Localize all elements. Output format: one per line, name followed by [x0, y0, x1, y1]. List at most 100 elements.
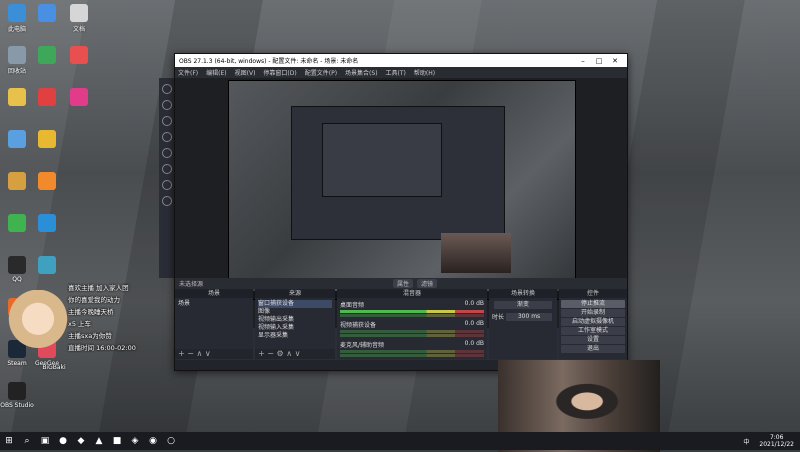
menu-item[interactable]: 配置文件(P): [305, 68, 337, 77]
mixer-channel: 麦克风/辅助音频 0.0 dB: [340, 340, 484, 357]
desktop-icon[interactable]: [30, 130, 64, 150]
webcam-preview: [441, 233, 511, 273]
mixer-channel-db: 0.0 dB: [464, 320, 484, 327]
close-icon[interactable]: ✕: [607, 57, 623, 65]
control-button[interactable]: 停止推流: [561, 300, 625, 308]
desktop-icon-label: 此电脑: [7, 26, 26, 33]
source-item[interactable]: 图像: [258, 308, 332, 316]
no-source-label: 未选择源: [179, 281, 204, 288]
mixer-channel: 桌面音频 0.0 dB: [340, 300, 484, 317]
obs-window: OBS 27.1.3 (64-bit, windows) - 配置文件: 未命名…: [174, 53, 628, 371]
control-button[interactable]: 开始录制: [561, 309, 625, 317]
desktop-icon[interactable]: [62, 46, 96, 66]
menu-item[interactable]: 工具(T): [386, 68, 406, 77]
taskbar-app-icon[interactable]: ●: [56, 434, 70, 448]
scenes-dock-footer: + − ∧ ∨: [175, 349, 253, 359]
menu-item[interactable]: 视图(V): [235, 68, 256, 77]
desktop-icon[interactable]: 文档: [62, 4, 96, 33]
taskbar-app-icon[interactable]: ■: [110, 434, 124, 448]
record-icon[interactable]: [162, 100, 172, 110]
app-icon: [38, 214, 56, 232]
desktop-icon[interactable]: [30, 172, 64, 192]
menu-item[interactable]: 帮助(H): [414, 68, 435, 77]
control-button[interactable]: 设置: [561, 336, 625, 344]
clock[interactable]: 7:06 2021/12/22: [759, 434, 794, 448]
mixer-channel: 视频捕获设备 0.0 dB: [340, 320, 484, 337]
duration-input[interactable]: 300 ms: [506, 313, 552, 321]
menu-item[interactable]: 文件(F): [178, 68, 198, 77]
control-button[interactable]: 退出: [561, 345, 625, 353]
record-icon[interactable]: [162, 148, 172, 158]
transitions-dock: 场景转换 渐变 时长 300 ms: [489, 289, 557, 359]
desktop-icon-label: QQ: [12, 276, 22, 283]
app-icon: [8, 256, 26, 274]
desktop-icon[interactable]: [0, 214, 34, 234]
docks-area: 场景 场景 + − ∧ ∨ 来源 窗口捕获设备 图像 视频输出采集 视频输入采集 显示器…: [175, 289, 627, 359]
desktop-icon[interactable]: [0, 130, 34, 150]
taskbar-app-icon[interactable]: ◉: [146, 434, 160, 448]
desktop-icon-label: OBS Studio: [0, 402, 34, 409]
taskbar-app-icon[interactable]: ⊞: [2, 434, 16, 448]
app-icon: [38, 4, 56, 22]
desktop-icon[interactable]: [30, 214, 64, 234]
record-icon[interactable]: [162, 132, 172, 142]
taskbar-app-icon[interactable]: ○: [164, 434, 178, 448]
transition-select[interactable]: 渐变: [494, 301, 552, 309]
overlay-line: 主播今晚睡天桥: [68, 308, 114, 316]
app-icon: [8, 88, 26, 106]
source-item[interactable]: 视频输入采集: [258, 324, 332, 332]
taskbar-app-icon[interactable]: ⌕: [20, 434, 34, 448]
record-icon[interactable]: [162, 164, 172, 174]
app-icon: [70, 46, 88, 64]
record-icon[interactable]: [162, 116, 172, 126]
filters-button[interactable]: 滤镜: [417, 279, 438, 288]
control-button[interactable]: 工作室模式: [561, 327, 625, 335]
duration-label: 时长: [492, 314, 505, 321]
avatar-label: BiGBaki: [42, 364, 66, 371]
menu-item[interactable]: 停靠窗口(D): [263, 68, 296, 77]
control-button[interactable]: 启动虚拟摄像机: [561, 318, 625, 326]
desktop-icon[interactable]: [0, 88, 34, 108]
desktop-icon[interactable]: [0, 172, 34, 192]
record-icon[interactable]: [162, 180, 172, 190]
desktop-icon[interactable]: [30, 4, 64, 24]
overlay-line: x5 上车: [68, 320, 92, 328]
app-icon: [8, 4, 26, 22]
menu-item[interactable]: 场景集合(S): [345, 68, 378, 77]
desktop-icon[interactable]: QQ: [0, 256, 34, 283]
desktop-icon[interactable]: OBS Studio: [0, 382, 34, 409]
overlay-line: 主播sxa为你赞: [68, 332, 112, 340]
desktop-icon[interactable]: 此电脑: [0, 4, 34, 33]
record-icon[interactable]: [162, 196, 172, 206]
taskbar-app-icon[interactable]: ◈: [128, 434, 142, 448]
volume-slider[interactable]: [340, 334, 484, 337]
minimize-icon[interactable]: –: [575, 57, 591, 65]
source-item[interactable]: 显示器采集: [258, 332, 332, 340]
obs-sidebar: [159, 78, 175, 278]
record-icon[interactable]: [162, 84, 172, 94]
properties-button[interactable]: 属性: [393, 279, 414, 288]
nested-obs-preview: [291, 106, 505, 240]
app-icon: [70, 88, 88, 106]
clock-date: 2021/12/22: [759, 441, 794, 448]
taskbar-app-icon[interactable]: ▣: [38, 434, 52, 448]
desktop-icon[interactable]: [62, 88, 96, 108]
desktop-icon[interactable]: [30, 46, 64, 66]
mixer-channel-name: 桌面音频: [340, 302, 365, 309]
desktop-icon[interactable]: [30, 88, 64, 108]
volume-slider[interactable]: [340, 354, 484, 357]
language-indicator[interactable]: 中: [743, 437, 749, 446]
maximize-icon[interactable]: □: [591, 57, 607, 65]
source-item[interactable]: 视频输出采集: [258, 316, 332, 324]
menu-bar: 文件(F) 编辑(E) 视图(V) 停靠窗口(D) 配置文件(P) 场景集合(S) 工具(T…: [175, 67, 627, 78]
source-item[interactable]: 窗口捕获设备: [258, 300, 332, 308]
scene-item[interactable]: 场景: [178, 300, 250, 308]
menu-item[interactable]: 编辑(E): [206, 68, 226, 77]
desktop-icon[interactable]: [30, 256, 64, 276]
desktop-icon[interactable]: 回收站: [0, 46, 34, 75]
clock-time: 7:06: [769, 434, 784, 441]
taskbar-app-icon[interactable]: ◆: [74, 434, 88, 448]
mixer-channel-name: 麦克风/辅助音频: [340, 342, 385, 349]
volume-slider[interactable]: [340, 314, 484, 317]
taskbar-app-icon[interactable]: ▲: [92, 434, 106, 448]
